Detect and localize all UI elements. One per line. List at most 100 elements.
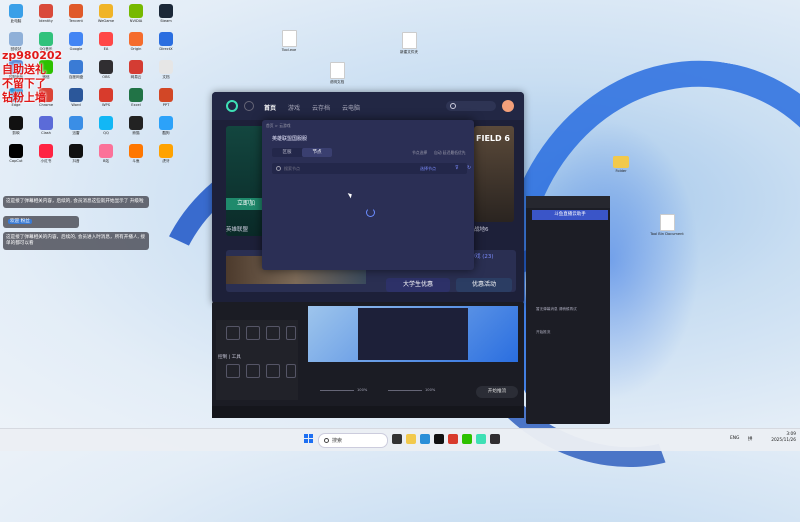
back-icon[interactable]: [244, 101, 254, 111]
wechat-icon[interactable]: [462, 434, 472, 444]
game-card-battlefield[interactable]: FIELD 6: [474, 126, 514, 222]
desktop-shortcut-label: 网易云: [130, 75, 142, 79]
avatar[interactable]: [502, 100, 514, 112]
desktop-file-icon[interactable]: Tool.exe: [272, 30, 306, 52]
desktop-shortcut[interactable]: QQ: [94, 116, 118, 140]
desktop-shortcut[interactable]: CapCut: [4, 144, 28, 168]
windows-start-icon[interactable]: [304, 434, 314, 444]
desktop-file-icon[interactable]: 说明文档: [320, 62, 354, 85]
desktop-shortcut[interactable]: 小红书: [34, 144, 58, 168]
nav-cloud-pc[interactable]: 云电脑: [342, 103, 360, 112]
taskbar-search-text: 搜索: [332, 438, 343, 444]
start-link[interactable]: 开始推流: [536, 330, 550, 335]
app-shortcut-icon: [69, 4, 83, 18]
node-search-input[interactable]: 搜索节点 选择节点 ⊽ ↻: [272, 163, 471, 174]
desktop-shortcut[interactable]: 斗鱼: [124, 144, 148, 168]
promotion-button[interactable]: 优惠活动: [456, 278, 512, 292]
obs-icon[interactable]: [490, 434, 500, 444]
node-select-mode[interactable]: 自动 延迟最低优先: [434, 150, 466, 156]
tool-icon[interactable]: [226, 326, 240, 340]
desktop-file-icon[interactable]: 新建文件夹: [392, 32, 426, 55]
filter-icon[interactable]: ⊽: [455, 165, 459, 171]
tool-icon[interactable]: [266, 326, 280, 340]
play-now-button[interactable]: 立即加: [226, 198, 266, 210]
desktop-shortcut[interactable]: 此电脑: [4, 4, 28, 28]
explorer-icon[interactable]: [406, 434, 416, 444]
tool-icon[interactable]: [286, 364, 296, 378]
app-icon[interactable]: [434, 434, 444, 444]
app-shortcut-icon: [159, 116, 173, 130]
file-icon: [659, 214, 675, 231]
app-logo-icon[interactable]: [226, 100, 238, 112]
tool-icon[interactable]: [226, 364, 240, 378]
nav-cloud-save[interactable]: 云存档: [312, 103, 330, 112]
desktop-shortcut-label: Google: [69, 47, 83, 51]
tab-region[interactable]: 区服: [272, 148, 302, 157]
desktop-shortcut[interactable]: WPS: [94, 88, 118, 112]
tool-icon[interactable]: [286, 326, 296, 340]
desktop-shortcut[interactable]: 熊猫: [124, 116, 148, 140]
app-icon[interactable]: [448, 434, 458, 444]
game-card-title: FIELD 6: [476, 134, 510, 143]
select-node-link[interactable]: 选择节点: [420, 166, 436, 172]
desktop-folder-icon[interactable]: Folder: [604, 156, 638, 173]
desktop-shortcut[interactable]: Steam: [154, 4, 178, 28]
tool-icon[interactable]: [246, 364, 260, 378]
desktop-shortcut[interactable]: 剪映: [4, 116, 28, 140]
desktop-shortcut[interactable]: PPT: [154, 88, 178, 112]
tool-icon[interactable]: [246, 326, 260, 340]
desktop-shortcut[interactable]: OBS: [94, 60, 118, 84]
folder-icon: [613, 156, 629, 168]
app-shortcut-icon: [129, 60, 143, 74]
desktop-volume-slider[interactable]: [388, 390, 422, 391]
language-indicator[interactable]: ENG: [730, 436, 739, 441]
segmented-control: 区服 节点: [272, 148, 332, 157]
nav-home[interactable]: 首页: [264, 103, 276, 112]
status-bar: [212, 406, 524, 418]
desktop-shortcut[interactable]: 虎牙: [154, 144, 178, 168]
taskview-icon[interactable]: [392, 434, 402, 444]
app-shortcut-icon: [159, 60, 173, 74]
tab-node[interactable]: 节点: [302, 148, 332, 157]
game-card-lol[interactable]: 立即加: [226, 126, 266, 236]
student-discount-button[interactable]: 大学生优惠: [386, 278, 450, 292]
desktop-file-icon[interactable]: Tool Bin Document: [650, 214, 684, 236]
desktop-file-label: 说明文档: [329, 80, 345, 84]
tool-icon[interactable]: [266, 364, 280, 378]
app-search-input[interactable]: [446, 101, 496, 111]
desktop-shortcut[interactable]: Google: [64, 32, 88, 56]
assistant-header: 斗鱼直播云助手: [532, 210, 608, 220]
app-shortcut-icon: [129, 116, 143, 130]
nav-games[interactable]: 游戏: [288, 103, 300, 112]
desktop-shortcut[interactable]: Identity: [34, 4, 58, 28]
ime-indicator[interactable]: 拼: [748, 436, 752, 442]
app-shortcut-icon: [39, 32, 53, 46]
desktop-shortcut[interactable]: 文档: [154, 60, 178, 84]
refresh-icon[interactable]: ↻: [467, 165, 471, 171]
app-shortcut-icon: [39, 144, 53, 158]
desktop-shortcut[interactable]: 百度网盘: [64, 60, 88, 84]
app-shortcut-icon: [69, 144, 83, 158]
desktop-shortcut[interactable]: Excel: [124, 88, 148, 112]
desktop-shortcut[interactable]: Origin: [124, 32, 148, 56]
desktop-shortcut[interactable]: DirectX: [154, 32, 178, 56]
desktop-shortcut[interactable]: EA: [94, 32, 118, 56]
desktop-shortcut[interactable]: Tencent: [64, 4, 88, 28]
desktop-shortcut[interactable]: 网易云: [124, 60, 148, 84]
system-clock[interactable]: 3:09 2025/11/26: [760, 432, 796, 444]
app-shortcut-icon: [99, 144, 113, 158]
desktop-shortcut[interactable]: WeGame: [94, 4, 118, 28]
desktop-shortcut[interactable]: 酷狗: [154, 116, 178, 140]
start-stream-button[interactable]: 开始推流: [476, 386, 518, 398]
desktop-shortcut[interactable]: Clash: [34, 116, 58, 140]
edge-icon[interactable]: [420, 434, 430, 444]
mouse-cursor: [347, 191, 354, 199]
mic-volume-slider[interactable]: [320, 390, 354, 391]
desktop-shortcut[interactable]: NVIDIA: [124, 4, 148, 28]
game-app-icon[interactable]: [476, 434, 486, 444]
desktop-shortcut[interactable]: 迅雷: [64, 116, 88, 140]
desktop-shortcut[interactable]: 抖音: [64, 144, 88, 168]
desktop-shortcut[interactable]: Word: [64, 88, 88, 112]
desktop-shortcut[interactable]: B站: [94, 144, 118, 168]
taskbar-search-input[interactable]: 搜索: [318, 433, 388, 448]
